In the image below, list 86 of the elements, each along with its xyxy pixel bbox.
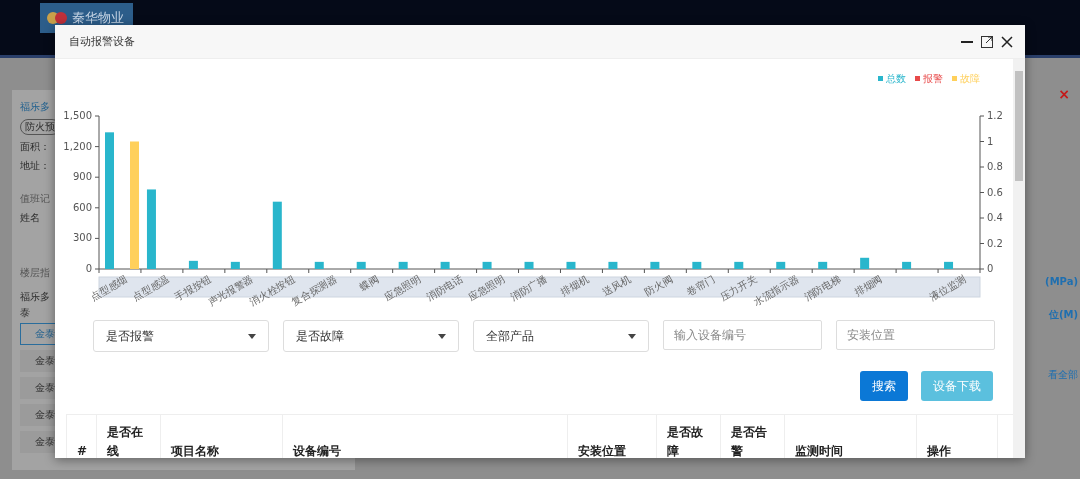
category-label: 应急照明 [382,273,423,303]
axis-tick-label: 0 [85,263,92,274]
scrollbar[interactable] [1013,59,1025,458]
axis-tick-label: 0.2 [987,237,1003,249]
legend-label: 故障 [960,73,980,84]
download-button[interactable]: 设备下载 [921,371,993,401]
axis-tick-label: 1 [987,135,994,147]
pressure-label: (MPa) [1045,276,1078,287]
column-header: 操作 [917,415,998,458]
category-label: 排烟阀 [852,273,885,298]
bar [188,260,198,269]
bar [860,257,870,269]
bar [230,261,240,269]
filter-input[interactable]: 输入设备编号 [663,320,822,350]
column-header: 设备编号 [283,415,568,458]
brand-name: 秦华物业 [72,9,124,27]
maximize-icon[interactable] [981,35,993,48]
legend-item[interactable]: 总数 [878,73,906,84]
legend-label: 总数 [885,73,906,84]
axis-tick-label: 1.2 [987,110,1003,121]
category-label: 消防电梯 [802,273,843,303]
column-header: 是否故障 [657,415,721,458]
category-label: 点型感温 [130,273,171,303]
close-icon[interactable] [1001,35,1013,48]
column-header: 姓名 [20,211,40,225]
column-header: # [66,415,97,458]
bar [482,261,492,269]
column-header: 安装位置 [568,415,657,458]
bar [692,261,702,269]
category-label: 卷帘门 [684,273,717,298]
column-header: 监测时间 [785,415,917,458]
panel-title: 福乐多 [20,100,50,114]
filter-input[interactable]: 安装位置 [836,320,995,350]
level-label: 位(M) [1048,308,1078,322]
bar [734,261,744,269]
axis-tick-label: 0.8 [987,161,1003,172]
category-label: 应急照明 [466,273,507,303]
category-label: 消防广播 [508,273,549,303]
section-title: 值班记 [20,192,50,206]
address-label: 地址： [20,159,50,173]
bar [566,261,576,269]
filter-dropdown[interactable]: 是否故障 [283,320,459,352]
bar [818,261,828,269]
category-label: 点型感烟 [88,273,129,303]
column-header: 是否在线 [97,415,161,458]
axis-tick-label: 300 [72,232,92,244]
axis-tick-label: 1,200 [63,140,92,152]
bar [650,261,660,269]
building-name: 泰 [20,308,30,318]
section-title: 楼层指 [20,266,50,280]
dropdown-caret-icon [438,333,446,339]
bar [272,201,282,269]
axis-tick-label: 1,500 [63,110,92,121]
category-label: 液位监测 [927,273,968,303]
category-label: 送风机 [600,273,633,298]
column-header: 项目名称 [161,415,283,458]
category-label: 蝶阀 [357,273,381,293]
axis-tick-label: 0.6 [987,186,1003,198]
dialog-title: 自动报警设备 [69,34,135,49]
column-header: 是否告警 [721,415,785,458]
area-label: 面积： [20,140,50,154]
category-label: 防火阀 [642,273,675,298]
bar [398,261,408,269]
dropdown-caret-icon [248,333,256,339]
bar [944,261,954,269]
bar [314,261,324,269]
bar [902,261,912,269]
bar [524,261,534,269]
bar [440,261,450,269]
filter-dropdown[interactable]: 全部产品 [473,320,649,352]
axis-tick-label: 0.4 [987,212,1003,223]
category-label: 消防电话 [424,273,465,303]
axis-tick-label: 900 [72,171,92,183]
dropdown-caret-icon [628,333,636,339]
logo-icon [46,11,68,25]
bar [608,261,618,269]
building-name: 福乐多 [20,291,50,303]
filter-dropdown[interactable]: 是否报警 [93,320,269,352]
axis-tick-label: 0 [987,263,994,274]
axis-tick-label: 600 [72,201,92,213]
bar [356,261,366,269]
search-button[interactable]: 搜索 [860,371,908,401]
legend-item[interactable]: 报警 [915,73,943,84]
category-label: 排烟机 [558,273,591,298]
legend-label: 报警 [922,73,943,84]
bar [776,261,786,269]
